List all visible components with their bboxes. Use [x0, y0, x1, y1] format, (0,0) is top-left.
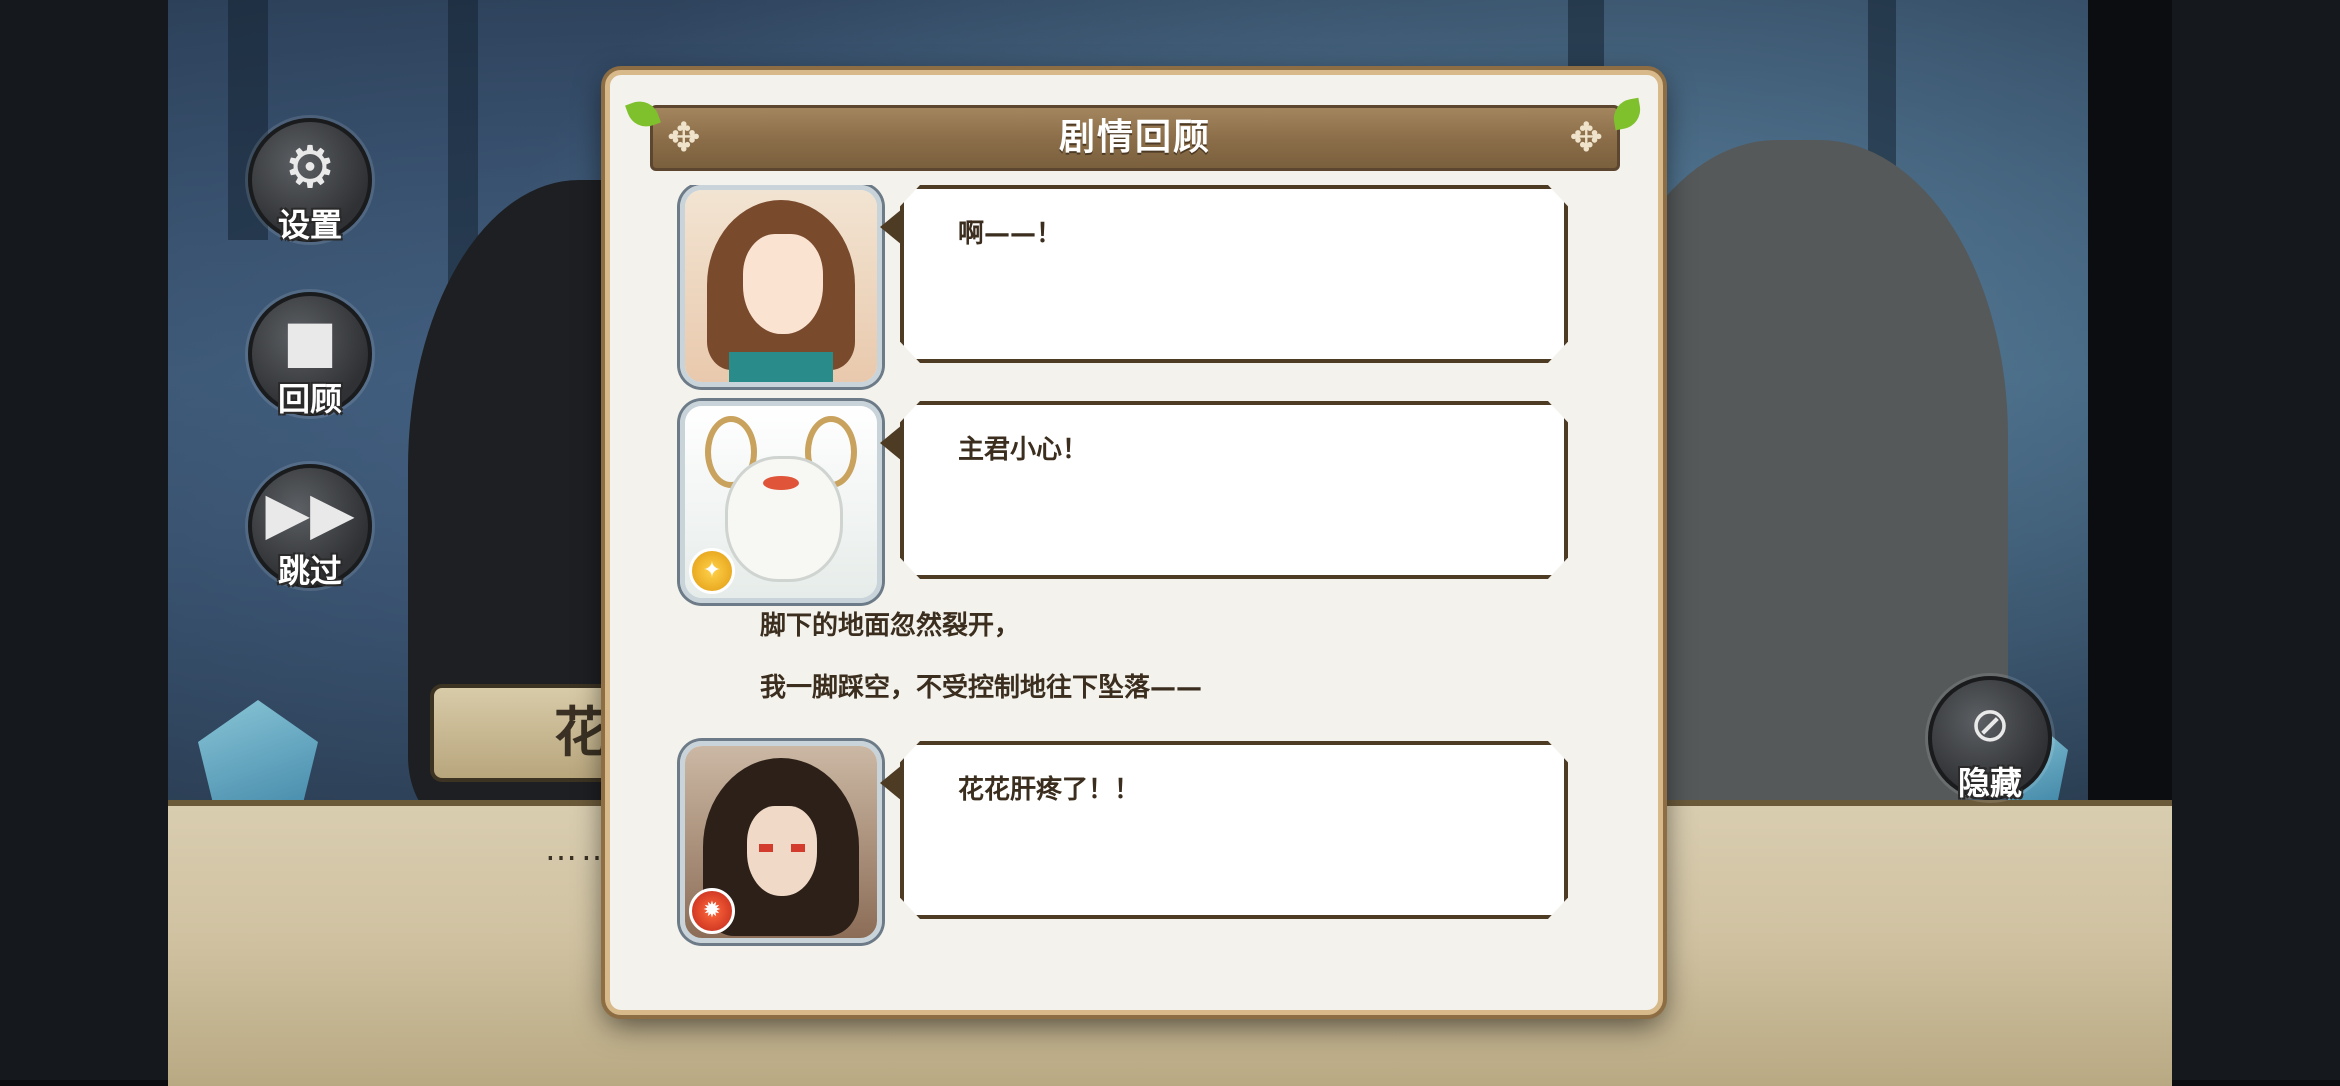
element-badge-icon: ✦: [689, 548, 735, 594]
bubble-tail: [880, 209, 902, 245]
review-button[interactable]: ■ 回顾: [248, 292, 372, 418]
white-dragon-portrait: ✦: [680, 401, 882, 603]
story-review-dialog: ✥ ✥ 剧情回顾 啊——！ ✦ 主君小心！ 脚下的地面忽然裂开， 我一脚踩空，不…: [605, 70, 1663, 1015]
camera-icon: ■: [282, 307, 338, 375]
speech-bubble: [900, 401, 1568, 579]
left-shade: [0, 0, 168, 1080]
hide-button[interactable]: ⊘ 隐藏: [1928, 676, 2052, 802]
speech-bubble: [900, 185, 1568, 363]
bubble-tail: [880, 765, 902, 801]
narration-text: 脚下的地面忽然裂开，: [760, 611, 1021, 641]
narration-text: 我一脚踩空，不受控制地往下坠落——: [760, 673, 1203, 703]
skip-button[interactable]: ▶▶ 跳过: [248, 464, 372, 590]
skip-label: 跳过: [277, 552, 342, 590]
dialog-header: ✥ ✥ 剧情回顾: [625, 96, 1644, 171]
review-label: 回顾: [277, 380, 342, 418]
fast-forward-icon: ▶▶: [265, 479, 355, 547]
speech-text: 主君小心！: [958, 435, 1089, 465]
speech-text: 啊——！: [958, 219, 1063, 249]
settings-button[interactable]: ⚙ 设置: [248, 118, 372, 244]
gear-icon: ⚙: [284, 133, 336, 201]
story-log-list[interactable]: 啊——！ ✦ 主君小心！ 脚下的地面忽然裂开， 我一脚踩空，不受控制地往下坠落—…: [610, 185, 1658, 985]
settings-label: 设置: [277, 206, 342, 244]
speech-text: 花花肝疼了！！: [958, 775, 1141, 805]
dialog-title: 剧情回顾: [1058, 117, 1211, 158]
speech-bubble: [900, 741, 1568, 919]
brown-haired-girl-portrait: [680, 185, 882, 387]
element-badge-icon: ✹: [689, 888, 735, 934]
right-shade: [2172, 0, 2340, 1080]
bubble-tail: [880, 425, 902, 461]
hide-label: 隐藏: [1957, 764, 2022, 802]
dark-haired-character-portrait: ✹: [680, 741, 882, 943]
eye-slash-icon: ⊘: [1969, 697, 2011, 753]
